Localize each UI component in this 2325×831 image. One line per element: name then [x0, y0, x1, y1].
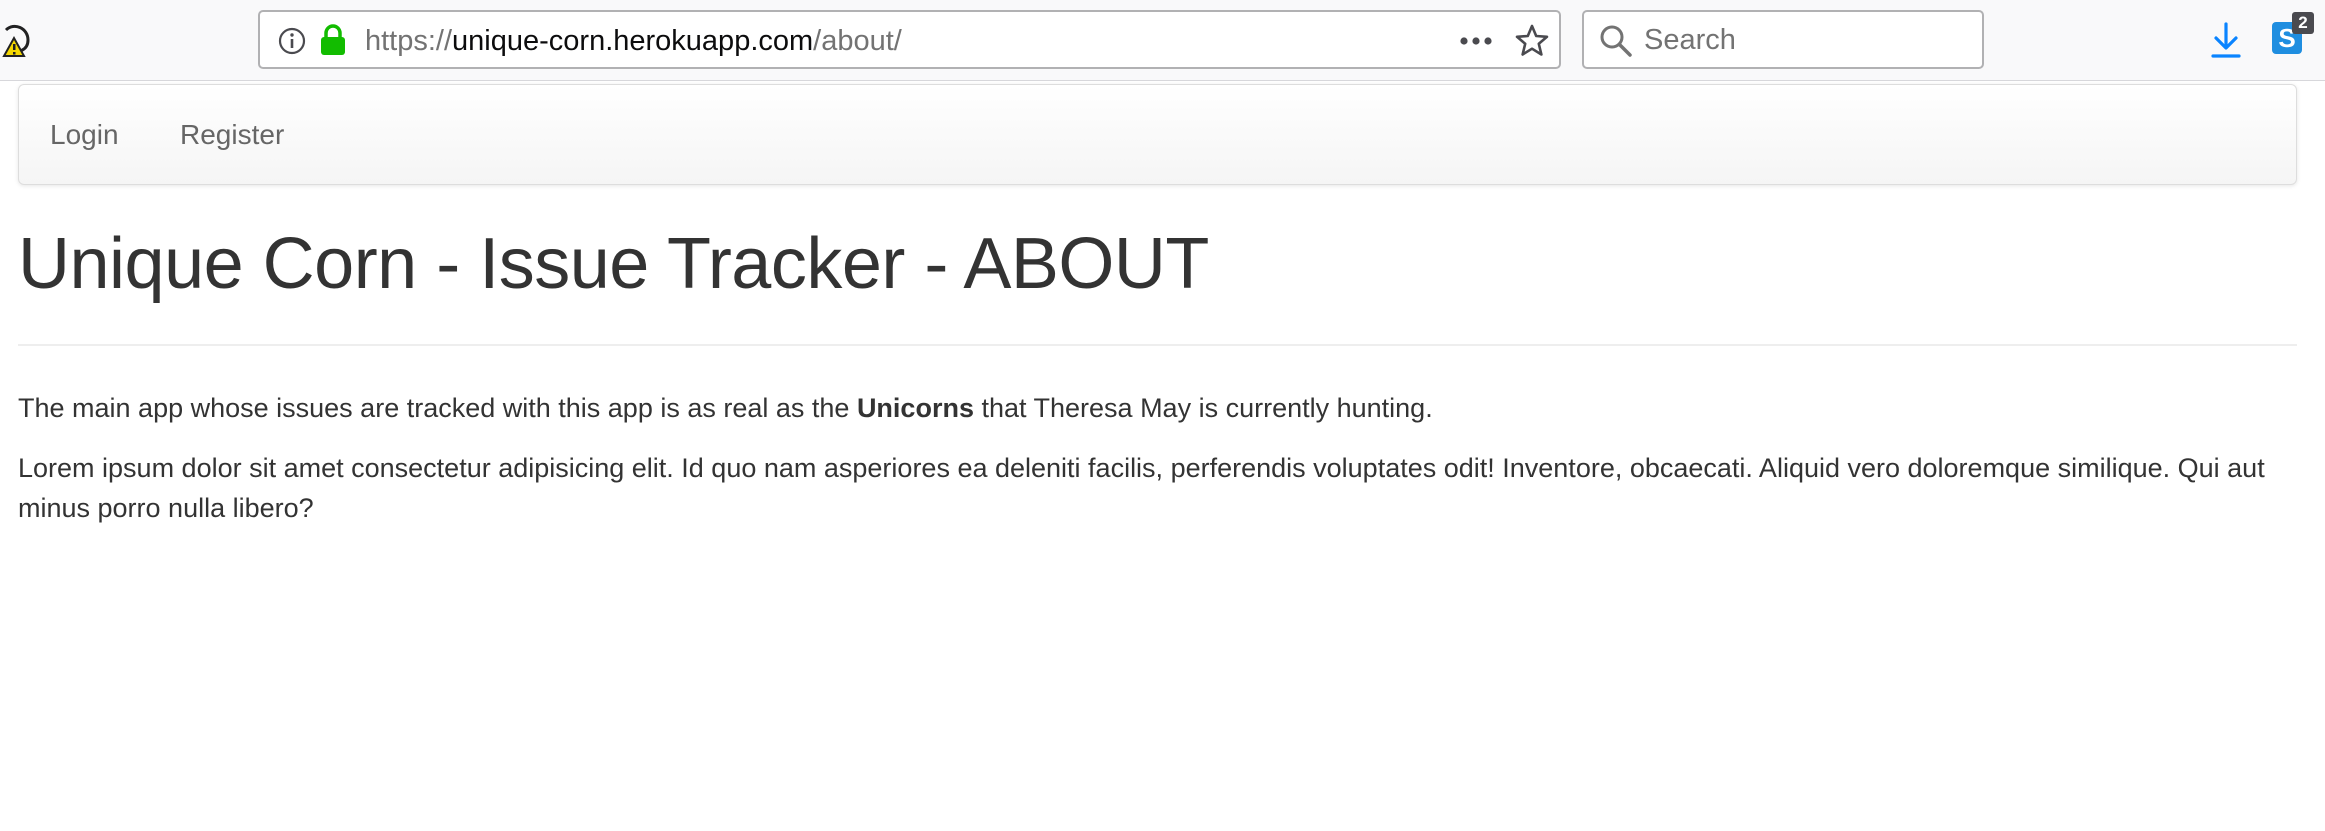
- star-icon[interactable]: [1514, 23, 1550, 59]
- info-icon[interactable]: [277, 26, 307, 56]
- page-title: Unique Corn - Issue Tracker - ABOUT: [18, 224, 1209, 304]
- url-scheme: https://: [365, 25, 453, 57]
- search-icon: [1598, 23, 1634, 59]
- download-icon[interactable]: [2208, 20, 2244, 60]
- site-navbar: Login Register: [18, 84, 2297, 185]
- browser-toolbar: https://unique-corn.herokuapp.com/about/: [0, 0, 2325, 81]
- intro-text-bold: Unicorns: [856, 393, 974, 423]
- divider: [18, 344, 2297, 346]
- address-bar[interactable]: https://unique-corn.herokuapp.com/about/: [258, 10, 1561, 69]
- search-input[interactable]: [1644, 20, 1964, 60]
- nav-login-link[interactable]: Login: [50, 118, 119, 152]
- nav-register-link[interactable]: Register: [180, 118, 284, 152]
- url-text[interactable]: https://unique-corn.herokuapp.com/about/: [365, 24, 902, 58]
- intro-text-start: The main app whose issues are tracked wi…: [18, 393, 857, 423]
- url-path: /about/: [813, 25, 902, 57]
- intro-paragraph: The main app whose issues are tracked wi…: [18, 388, 2308, 428]
- extension-badge-count: 2: [2292, 12, 2314, 34]
- pocket-warning-icon[interactable]: [0, 20, 34, 60]
- lorem-paragraph: Lorem ipsum dolor sit amet consectetur a…: [18, 453, 2265, 523]
- search-bar[interactable]: [1582, 10, 1984, 69]
- url-host: unique-corn.herokuapp.com: [452, 25, 814, 57]
- lock-icon: [319, 23, 347, 57]
- extension-badge-button[interactable]: S 2: [2272, 12, 2316, 58]
- more-icon[interactable]: [1456, 26, 1496, 56]
- intro-text-end: that Theresa May is currently hunting.: [973, 393, 1433, 423]
